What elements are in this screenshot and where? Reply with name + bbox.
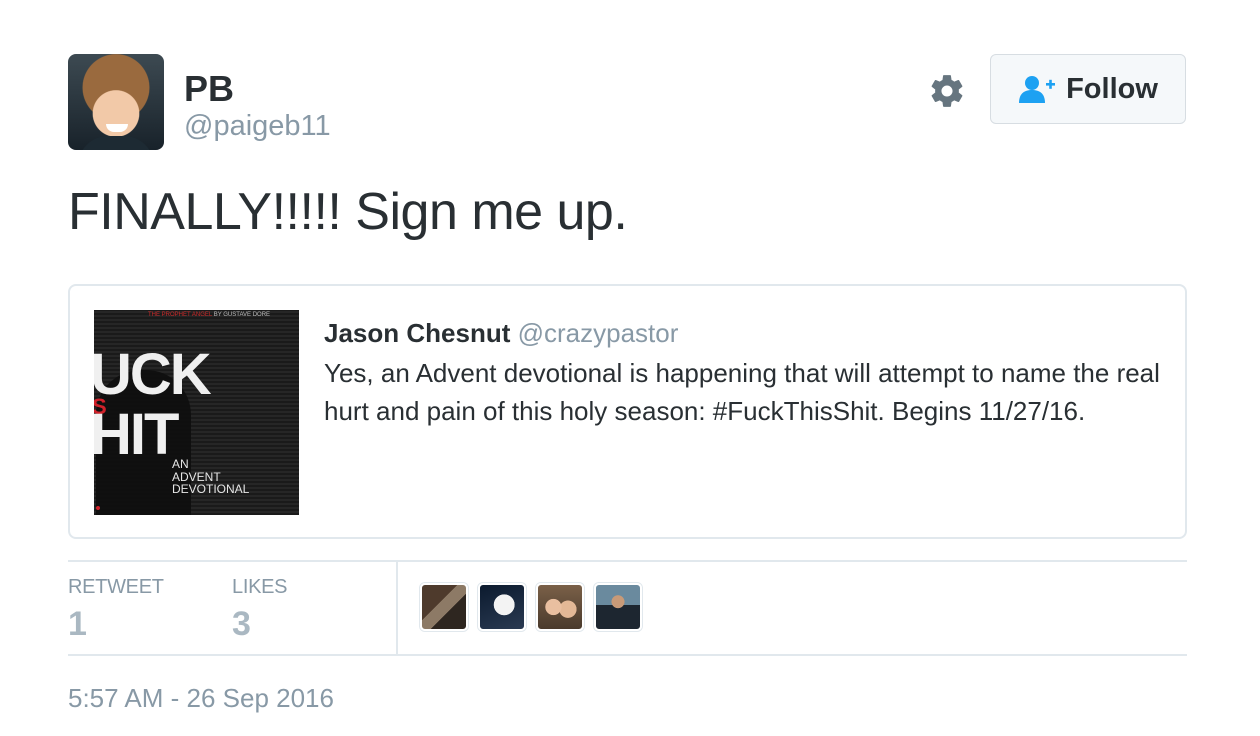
tweet-timestamp[interactable]: 5:57 AM - 26 Sep 2016 [68,683,334,714]
image-red-dot [96,506,100,510]
author-avatar[interactable] [68,54,164,150]
quoted-tweet-card[interactable]: THE PROPHET ANGEL BY GUSTAVE DORE UCK S … [68,284,1187,539]
stats-vertical-divider [396,562,398,655]
follow-label: Follow [1066,72,1158,105]
quoted-author-handle: @crazypastor [517,318,679,348]
image-credit: THE PROPHET ANGEL BY GUSTAVE DORE [148,312,270,318]
image-subtitle-line-3: DEVOTIONAL [172,482,250,497]
liker-avatar[interactable] [420,583,468,631]
retweet-count: 1 [68,605,87,643]
likers-avatars [420,583,642,631]
image-credit-gray: BY GUSTAVE DORE [213,312,271,318]
stats-bottom-divider [68,654,1187,656]
follow-button[interactable]: Follow [990,54,1186,124]
tweet-text: FINALLY!!!!! Sign me up. [68,183,628,241]
image-word-1: UCK [94,342,212,407]
quoted-author[interactable]: Jason Chesnut @crazypastor [324,318,678,349]
retweet-stat[interactable]: RETWEET 1 [68,576,164,644]
image-subtitle-line-1: AN [172,457,189,471]
image-word-3: HIT [94,402,179,467]
retweet-label: RETWEET [68,576,164,598]
likes-count: 3 [232,605,251,643]
stats-top-divider [68,560,1187,562]
avatar-shirt [78,136,154,150]
author-name[interactable]: PB [184,68,234,110]
likes-stat[interactable]: LIKES 3 [232,576,288,644]
quoted-author-name: Jason Chesnut [324,318,511,348]
liker-avatar[interactable] [594,583,642,631]
person-add-icon [1019,76,1056,103]
gear-icon[interactable] [928,72,966,110]
liker-avatar[interactable] [536,583,584,631]
likes-label: LIKES [232,576,288,598]
liker-avatar[interactable] [478,583,526,631]
quoted-tweet-image: THE PROPHET ANGEL BY GUSTAVE DORE UCK S … [94,310,299,515]
image-credit-red: THE PROPHET ANGEL [148,312,213,318]
author-handle[interactable]: @paigeb11 [184,110,331,143]
quoted-tweet-text: Yes, an Advent devotional is happening t… [324,358,1160,426]
image-subtitle: AN ADVENT DEVOTIONAL [172,458,292,496]
avatar-smile [106,124,128,132]
